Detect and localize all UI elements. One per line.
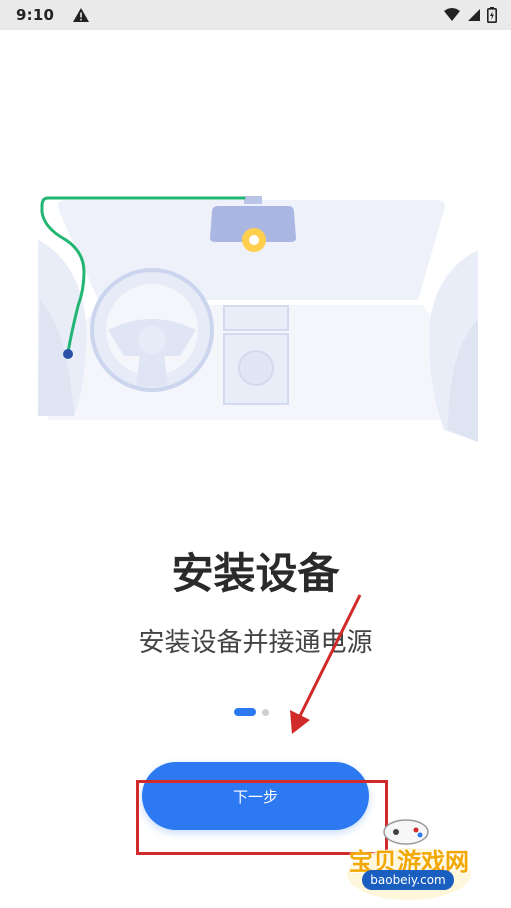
next-step-button[interactable]: 下一步 <box>142 762 369 830</box>
status-bar: 9:10 <box>0 0 511 30</box>
page-indicator <box>234 708 269 716</box>
wifi-icon <box>444 8 460 21</box>
page-dot <box>262 708 269 716</box>
page-title: 安装设备 <box>171 549 340 598</box>
watermark-url: baobeiy.com <box>362 870 454 890</box>
annotation-arrow <box>290 594 362 734</box>
page-dot-active <box>234 708 256 716</box>
signal-icon <box>468 9 480 21</box>
warning-icon <box>73 8 90 22</box>
page-subtitle: 安装设备并接通电源 <box>138 628 373 658</box>
battery-icon <box>487 7 497 23</box>
watermark-name: 宝贝游戏网 <box>349 848 469 876</box>
car-interior-illustration <box>38 196 478 442</box>
status-time: 9:10 <box>16 6 55 24</box>
status-icons <box>443 7 497 23</box>
watermark-logo: 宝贝游戏网 baobeiy.com <box>334 812 484 904</box>
watermark-emblem <box>347 819 471 900</box>
